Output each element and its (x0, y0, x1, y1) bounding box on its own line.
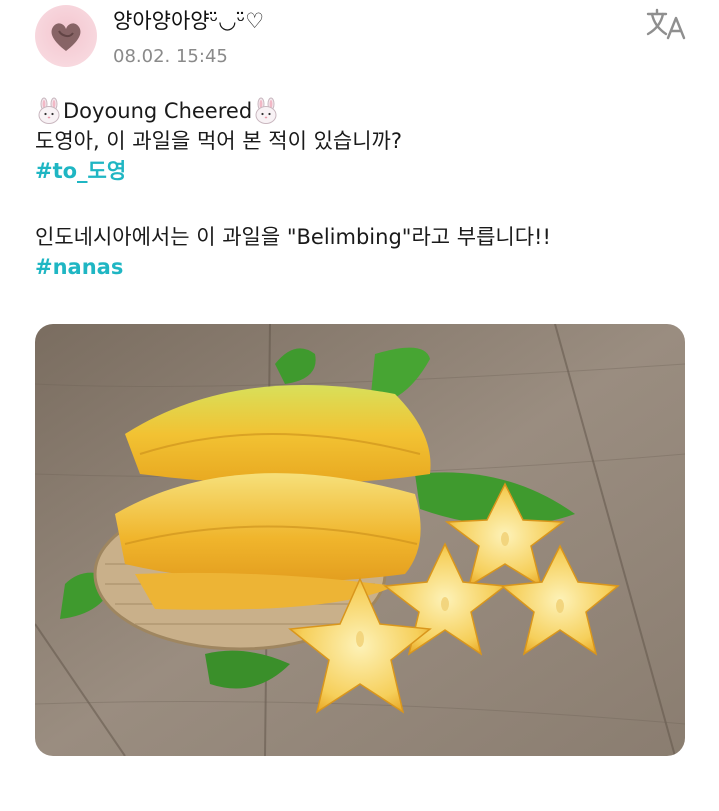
translate-icon (646, 8, 686, 40)
post-text-question: 도영아, 이 과일을 먹어 본 적이 있습니까? (35, 129, 402, 153)
hashtag-link[interactable]: #to_도영 (35, 156, 695, 186)
heart-icon (51, 23, 81, 51)
post-body: Doyoung Cheered 도영아, 이 과일을 먹어 본 적이 있습니까?… (35, 96, 695, 282)
post-header: 양아양아양ᵕ̈◡ᵕ̈♡ 08.02. 15:45 (0, 0, 719, 80)
post-text-cheered: Doyoung Cheered (63, 99, 253, 123)
post-timestamp: 08.02. 15:45 (113, 46, 228, 67)
post-image-starfruit[interactable] (35, 324, 685, 756)
post-text-belimbing: 인도네시아에서는 이 과일을 "Belimbing"라고 부릅니다!! (35, 225, 551, 249)
starfruit-photo (35, 324, 685, 756)
translate-button[interactable] (644, 6, 688, 42)
hashtag-link[interactable]: #nanas (35, 252, 695, 282)
post-line-1: Doyoung Cheered (35, 96, 695, 126)
author-name[interactable]: 양아양아양ᵕ̈◡ᵕ̈♡ (113, 5, 264, 35)
rabbit-face-icon (35, 97, 63, 125)
avatar[interactable] (35, 5, 97, 67)
rabbit-face-icon (252, 97, 280, 125)
